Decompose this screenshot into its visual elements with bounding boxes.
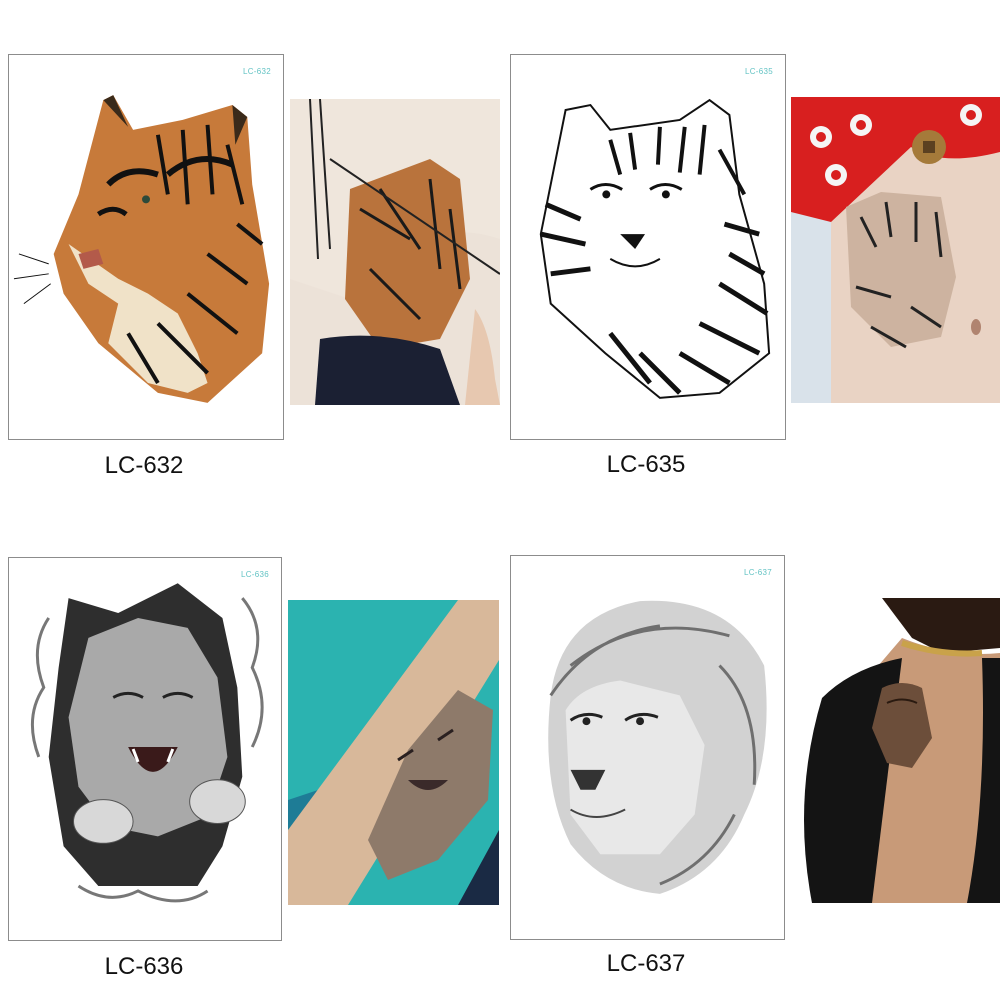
tiger-on-shoulder-photo xyxy=(290,99,500,405)
tiger-bw-illustration xyxy=(539,98,771,399)
tattoo-photo-lc-632[interactable] xyxy=(290,99,500,405)
lion-head-illustration xyxy=(548,600,767,894)
lion-on-back-photo xyxy=(792,598,1000,903)
tattoo-sheet-lc-637[interactable]: LC-637 xyxy=(510,555,785,940)
product-caption-lc-636: LC-636 xyxy=(104,953,184,980)
product-caption-lc-637: LC-637 xyxy=(606,950,686,977)
lion-on-forearm-photo xyxy=(288,600,499,905)
tattoo-photo-lc-636[interactable] xyxy=(288,600,499,905)
lion-breaking-out-illustration xyxy=(30,583,264,903)
tattoo-sheet-lc-632[interactable]: LC-632 xyxy=(8,54,284,440)
tattoo-photo-lc-637[interactable] xyxy=(792,598,1000,903)
tiger-on-ribs-photo xyxy=(791,97,1000,403)
tiger-color-illustration xyxy=(13,95,270,403)
tattoo-sheet-lc-635[interactable]: LC-635 xyxy=(510,54,786,440)
product-caption-lc-632: LC-632 xyxy=(104,452,184,479)
tattoo-photo-lc-635[interactable] xyxy=(791,97,1000,403)
tattoo-sheet-lc-636[interactable]: LC-636 xyxy=(8,557,282,941)
product-caption-lc-635: LC-635 xyxy=(606,451,686,478)
